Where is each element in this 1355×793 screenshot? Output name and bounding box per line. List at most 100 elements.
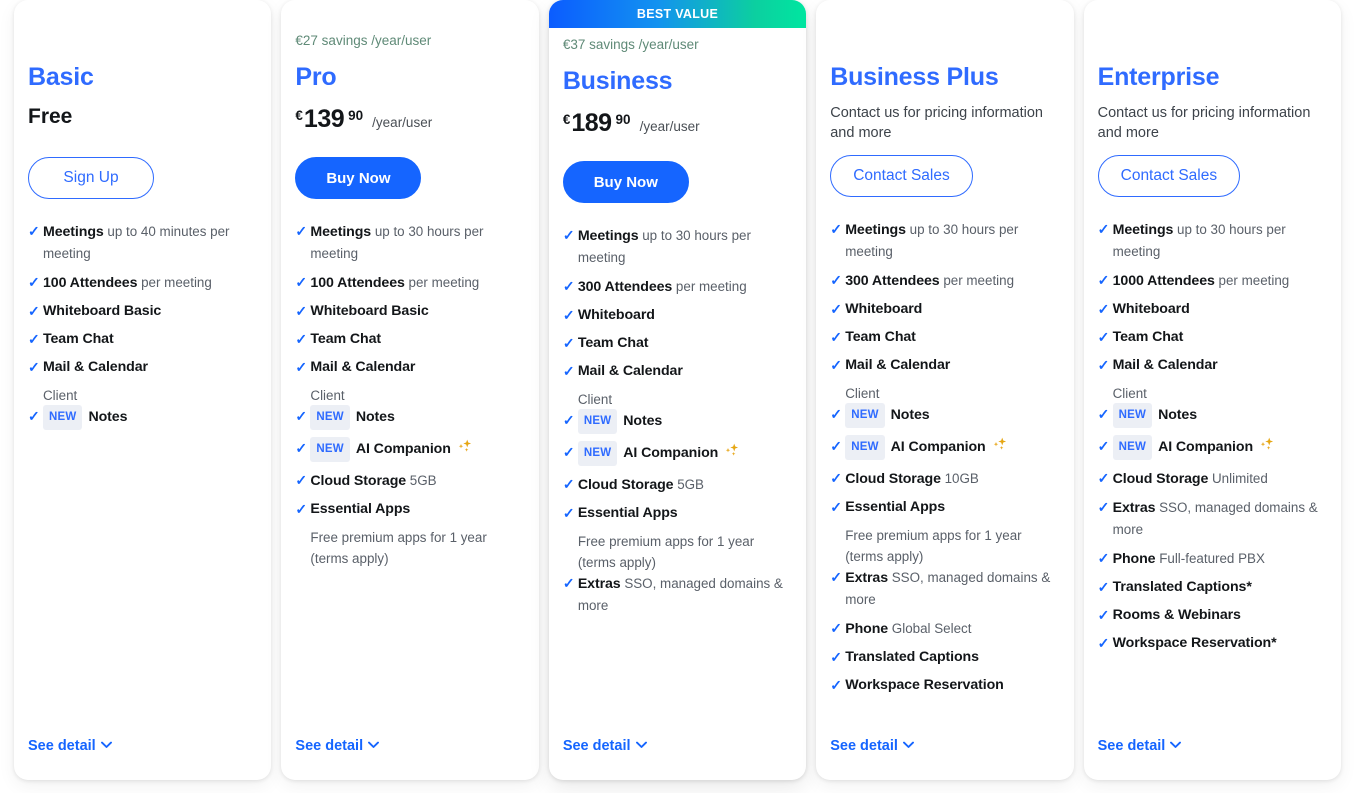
feature-subtext: Free premium apps for 1 year (terms appl… — [577, 534, 755, 570]
feature-text: Team Chat — [1113, 327, 1184, 348]
feature-text: NEW AI Companion — [845, 435, 1007, 461]
feature-list: ✓ Meetings up to 30 hours per meeting ✓ 100… — [295, 221, 524, 738]
pricing-plans-container: Basic Free Sign Up ✓ Meetings up to 40 minut… — [0, 0, 1355, 793]
check-icon: ✓ — [1097, 607, 1110, 623]
cta-label: Contact Sales — [853, 167, 950, 184]
feature-subtext: Client — [577, 392, 613, 407]
feature-item: ✓ NEW Notes — [295, 405, 524, 431]
feature-item: ✓ 300 Attendees per meeting — [830, 270, 1059, 292]
ai-sparkle-icon — [993, 437, 1006, 450]
feature-desc: per meeting — [672, 279, 747, 294]
check-icon: ✓ — [562, 444, 575, 460]
card-top-spacer — [28, 0, 257, 24]
pricing-card-business-plus: Business Plus Contact us for pricing info… — [816, 0, 1074, 780]
best-value-label: BEST VALUE — [636, 7, 719, 21]
feature-item: ✓ Rooms & Webinars — [1098, 605, 1327, 626]
buy-now-button[interactable]: Buy Now — [295, 157, 422, 199]
feature-label: Team Chat — [43, 331, 114, 347]
check-icon: ✓ — [1097, 550, 1110, 566]
feature-label: Workspace Reservation — [845, 677, 1004, 693]
feature-text: Translated Captions* — [1113, 577, 1252, 598]
see-detail-link[interactable]: See detail — [28, 738, 257, 780]
new-badge: NEW — [1112, 403, 1153, 428]
feature-desc: per meeting — [404, 275, 480, 290]
check-icon: ✓ — [562, 575, 575, 591]
feature-text: Workspace Reservation — [845, 675, 1004, 696]
check-icon: ✓ — [295, 440, 308, 456]
feature-item: ✓ Phone Global Select — [830, 618, 1059, 640]
feature-item: ✓ Team Chat — [830, 327, 1059, 348]
check-icon: ✓ — [830, 620, 842, 636]
check-icon: ✓ — [1097, 470, 1110, 486]
feature-item: ✓ Workspace Reservation — [830, 675, 1059, 696]
feature-item: ✓ Mail & Calendar — [830, 355, 1059, 376]
check-icon: ✓ — [562, 307, 575, 323]
price-cents: 90 — [348, 108, 364, 123]
contact-sales-button[interactable]: Contact Sales — [830, 155, 973, 197]
feature-text: NEW Notes — [310, 405, 395, 431]
check-icon: ✓ — [830, 301, 842, 317]
see-detail-link[interactable]: See detail — [563, 738, 792, 780]
feature-desc: 5GB — [673, 477, 704, 492]
feature-label: Whiteboard — [1112, 301, 1190, 317]
feature-item: ✓ Whiteboard — [1098, 299, 1327, 320]
plan-price: €189 90/year/user — [563, 109, 792, 153]
plan-title: Pro — [295, 63, 337, 91]
feature-text: Workspace Reservation* — [1113, 633, 1277, 654]
see-detail-link[interactable]: See detail — [1098, 738, 1327, 780]
contact-pricing-note: Contact us for pricing information and m… — [830, 105, 1043, 141]
feature-subtext: Client — [845, 386, 880, 401]
see-detail-link[interactable]: See detail — [295, 738, 524, 780]
feature-label: Meetings — [43, 224, 104, 240]
ai-sparkle-icon — [458, 439, 471, 452]
chevron-down-icon — [100, 740, 112, 752]
feature-item: ✓ Extras SSO, managed domains & more — [830, 567, 1059, 611]
check-icon: ✓ — [295, 223, 308, 239]
contact-sales-button[interactable]: Contact Sales — [1097, 155, 1241, 197]
card-top-spacer — [1098, 0, 1327, 24]
check-icon: ✓ — [28, 331, 40, 347]
feature-text: NEW AI Companion — [310, 437, 472, 463]
feature-text: Whiteboard Basic — [43, 301, 161, 322]
feature-item: ✓ Whiteboard Basic — [28, 301, 257, 322]
feature-item: ✓ Phone Full-featured PBX — [1098, 548, 1327, 570]
feature-text: Essential Apps — [578, 503, 678, 524]
card-top-spacer — [830, 0, 1059, 24]
feature-item: ✓ Translated Captions — [830, 647, 1059, 668]
feature-desc: 5GB — [406, 473, 437, 488]
check-icon: ✓ — [562, 363, 575, 379]
plan-title: Business Plus — [830, 63, 999, 91]
check-icon: ✓ — [28, 223, 40, 239]
check-icon: ✓ — [830, 438, 842, 454]
see-detail-label: See detail — [562, 738, 631, 754]
check-icon: ✓ — [295, 472, 308, 488]
pricing-card-basic: Basic Free Sign Up ✓ Meetings up to 40 minut… — [14, 0, 272, 780]
new-badge: NEW — [577, 441, 618, 466]
savings-note: €37 savings /year/user — [562, 37, 699, 52]
sign-up-button[interactable]: Sign Up — [28, 157, 154, 199]
feature-label: Essential Apps — [310, 501, 411, 517]
feature-label: Rooms & Webinars — [1112, 607, 1241, 623]
feature-label: Notes — [1158, 407, 1197, 423]
feature-label: Team Chat — [577, 335, 649, 351]
price-period: /year/user — [639, 119, 700, 134]
see-detail-label: See detail — [295, 738, 364, 754]
feature-text: Meetings up to 40 minutes per meeting — [43, 221, 257, 265]
feature-label: AI Companion — [623, 445, 719, 461]
feature-label: Whiteboard — [577, 307, 655, 323]
feature-label: Translated Captions* — [1112, 579, 1252, 595]
feature-desc: per meeting — [137, 275, 212, 290]
feature-label: Mail & Calendar — [1112, 357, 1218, 373]
check-icon: ✓ — [295, 501, 308, 517]
buy-now-button[interactable]: Buy Now — [562, 161, 689, 203]
feature-label: Mail & Calendar — [310, 359, 416, 375]
check-icon: ✓ — [830, 470, 842, 486]
feature-label: Cloud Storage — [845, 471, 941, 487]
check-icon: ✓ — [562, 505, 575, 521]
plan-title: Basic — [28, 63, 94, 91]
best-value-ribbon: BEST VALUE — [548, 0, 807, 28]
pricing-card-business: BEST VALUE €37 savings /year/user Business… — [548, 0, 807, 780]
feature-item: ✓ NEW Notes — [1098, 403, 1327, 429]
see-detail-link[interactable]: See detail — [830, 738, 1059, 780]
feature-item: ✓ Cloud Storage Unlimited — [1098, 468, 1327, 490]
